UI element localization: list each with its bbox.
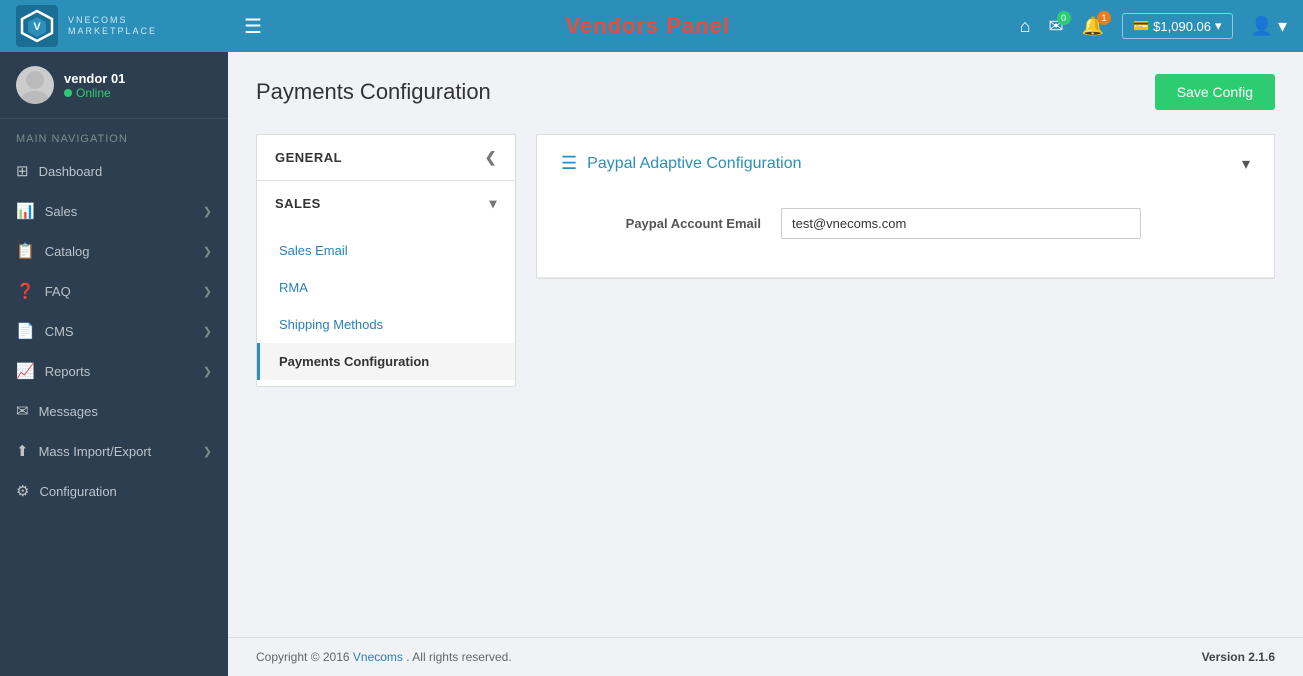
reports-icon: 📈 (16, 362, 35, 380)
sales-section-label: SALES (275, 196, 321, 211)
nav-item-payments-configuration[interactable]: Payments Configuration (257, 343, 515, 380)
config-nav-panel: GENERAL ❮ SALES ▾ Sales Email RMA Shippi… (256, 134, 516, 387)
paypal-email-input[interactable] (781, 208, 1141, 239)
sidebar-item-catalog[interactable]: 📋 Catalog ❯ (0, 231, 228, 271)
sidebar-item-label: Mass Import/Export (39, 444, 152, 459)
sidebar-item-faq[interactable]: ❓ FAQ ❯ (0, 271, 228, 311)
chevron-right-icon: ❯ (203, 245, 212, 258)
sidebar-item-reports[interactable]: 📈 Reports ❯ (0, 351, 228, 391)
logo-area: V VNECOMS MARKETPLACE (16, 5, 244, 47)
content-area: Payments Configuration Save Config GENER… (228, 52, 1303, 676)
paypal-email-row: Paypal Account Email (561, 208, 1250, 239)
user-info: vendor 01 Online (64, 71, 125, 100)
balance-amount: $1,090.06 (1153, 19, 1211, 34)
sales-icon: 📊 (16, 202, 35, 220)
paypal-section-header[interactable]: ☰ Paypal Adaptive Configuration ▾ (537, 135, 1274, 192)
general-section-label: GENERAL (275, 150, 342, 165)
chevron-right-icon: ❯ (203, 325, 212, 338)
paypal-form: Paypal Account Email (537, 192, 1274, 277)
sidebar-item-label: FAQ (45, 284, 71, 299)
sidebar-item-mass-import-export[interactable]: ⬆ Mass Import/Export ❯ (0, 431, 228, 471)
footer-link[interactable]: Vnecoms (353, 650, 403, 664)
svg-text:V: V (33, 21, 41, 33)
sidebar-item-label: Messages (39, 404, 98, 419)
paypal-section: ☰ Paypal Adaptive Configuration ▾ Paypal… (537, 135, 1274, 278)
sidebar-item-label: Sales (45, 204, 78, 219)
top-header: V VNECOMS MARKETPLACE ☰ Vendors Panel ⌂ … (0, 0, 1303, 52)
dashboard-icon: ⊞ (16, 162, 29, 180)
import-export-icon: ⬆ (16, 442, 29, 460)
paypal-section-label: Paypal Adaptive Configuration (587, 155, 801, 173)
balance-dropdown-icon: ▾ (1215, 18, 1222, 34)
chevron-down-icon: ▾ (1242, 154, 1250, 174)
sidebar-item-label: Dashboard (39, 164, 103, 179)
menu-lines-icon: ☰ (561, 153, 577, 174)
nav-item-rma[interactable]: RMA (257, 269, 515, 306)
username: vendor 01 (64, 71, 125, 86)
chevron-right-icon: ❯ (203, 445, 212, 458)
header-center: Vendors Panel (276, 13, 1020, 39)
sidebar-item-dashboard[interactable]: ⊞ Dashboard (0, 151, 228, 191)
footer-version: Version 2.1.6 (1202, 650, 1275, 664)
cms-icon: 📄 (16, 322, 35, 340)
nav-section-label: MAIN NAVIGATION (0, 119, 228, 151)
user-menu-icon[interactable]: 👤 ▾ (1251, 16, 1287, 37)
chevron-right-icon: ❯ (203, 285, 212, 298)
sidebar: vendor 01 Online MAIN NAVIGATION ⊞ Dashb… (0, 52, 228, 676)
config-section-general-header[interactable]: GENERAL ❮ (257, 135, 515, 180)
mail-badge: 0 (1057, 11, 1071, 25)
mail-icon[interactable]: ✉ 0 (1048, 16, 1063, 37)
nav-item-shipping-methods[interactable]: Shipping Methods (257, 306, 515, 343)
sidebar-item-label: Reports (45, 364, 91, 379)
content-header: Payments Configuration Save Config (228, 52, 1303, 124)
config-content-panel: ☰ Paypal Adaptive Configuration ▾ Paypal… (536, 134, 1275, 279)
config-section-sales: SALES ▾ Sales Email RMA Shipping Methods… (257, 181, 515, 386)
sidebar-item-sales[interactable]: 📊 Sales ❯ (0, 191, 228, 231)
footer: Copyright © 2016 Vnecoms . All rights re… (228, 637, 1303, 676)
sidebar-item-cms[interactable]: 📄 CMS ❯ (0, 311, 228, 351)
configuration-icon: ⚙ (16, 482, 29, 500)
bell-icon[interactable]: 🔔 1 (1082, 16, 1104, 37)
sidebar-item-label: Configuration (39, 484, 116, 499)
save-config-button[interactable]: Save Config (1155, 74, 1275, 110)
hamburger-button[interactable]: ☰ (244, 14, 262, 39)
header-right: ⌂ ✉ 0 🔔 1 💳 $1,090.06 ▾ 👤 ▾ (1020, 13, 1287, 39)
nav-item-sales-email[interactable]: Sales Email (257, 232, 515, 269)
status-dot (64, 89, 72, 97)
config-section-sales-header[interactable]: SALES ▾ (257, 181, 515, 226)
user-panel: vendor 01 Online (0, 52, 228, 119)
sales-collapse-icon: ▾ (489, 195, 497, 212)
chevron-right-icon: ❯ (203, 365, 212, 378)
sidebar-item-label: CMS (45, 324, 74, 339)
catalog-icon: 📋 (16, 242, 35, 260)
app-title: Vendors Panel (565, 13, 730, 39)
user-status: Online (64, 86, 125, 100)
paypal-section-title: ☰ Paypal Adaptive Configuration (561, 153, 802, 174)
config-section-general: GENERAL ❮ (257, 135, 515, 181)
bell-badge: 1 (1097, 11, 1111, 25)
home-icon[interactable]: ⌂ (1020, 16, 1031, 37)
messages-icon: ✉ (16, 402, 29, 420)
page-title: Payments Configuration (256, 79, 491, 105)
paypal-email-label: Paypal Account Email (561, 216, 761, 231)
faq-icon: ❓ (16, 282, 35, 300)
balance-button[interactable]: 💳 $1,090.06 ▾ (1122, 13, 1233, 39)
sidebar-item-label: Catalog (45, 244, 90, 259)
content-body: GENERAL ❮ SALES ▾ Sales Email RMA Shippi… (228, 124, 1303, 637)
main-layout: vendor 01 Online MAIN NAVIGATION ⊞ Dashb… (0, 52, 1303, 676)
wallet-icon: 💳 (1133, 18, 1149, 34)
sidebar-item-messages[interactable]: ✉ Messages (0, 391, 228, 431)
chevron-right-icon: ❯ (203, 205, 212, 218)
logo-name: VNECOMS MARKETPLACE (68, 15, 157, 37)
general-collapse-icon: ❮ (485, 149, 497, 166)
avatar (16, 66, 54, 104)
sidebar-item-configuration[interactable]: ⚙ Configuration (0, 471, 228, 511)
footer-copyright: Copyright © 2016 Vnecoms . All rights re… (256, 650, 512, 664)
logo-icon: V (16, 5, 58, 47)
sales-nav-items: Sales Email RMA Shipping Methods Payment… (257, 226, 515, 386)
